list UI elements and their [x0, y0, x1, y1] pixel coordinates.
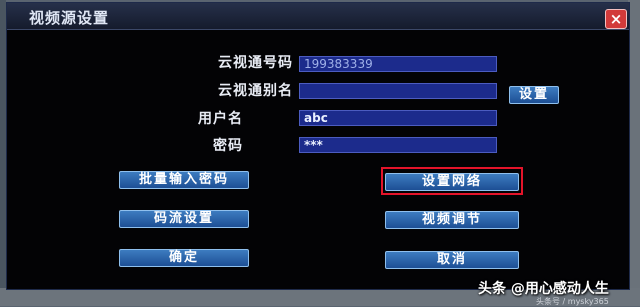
ok-button[interactable]: 确定	[119, 249, 249, 267]
username-field[interactable]: abc	[299, 110, 497, 126]
cloud-id-label: 云视通号码	[218, 55, 293, 71]
video-source-settings-dialog: 视频源设置 × 云视通号码 云视通别名 用户名 密码 199383339 abc…	[6, 2, 630, 290]
username-label: 用户名	[198, 111, 243, 127]
close-button[interactable]: ×	[605, 9, 627, 29]
alias-label: 云视通别名	[218, 83, 293, 99]
video-adjust-button[interactable]: 视频调节	[385, 211, 519, 229]
watermark-text: 头条 @用心感动人生	[478, 281, 609, 297]
dialog-title: 视频源设置	[29, 9, 110, 27]
network-settings-highlight	[381, 167, 523, 195]
cancel-button[interactable]: 取消	[385, 251, 519, 269]
password-label: 密码	[213, 138, 243, 154]
batch-password-button[interactable]: 批量输入密码	[119, 171, 249, 189]
password-field[interactable]: ***	[299, 137, 497, 153]
close-icon: ×	[609, 10, 623, 28]
alias-set-button[interactable]: 设置	[509, 86, 559, 104]
stream-settings-button[interactable]: 码流设置	[119, 210, 249, 228]
cloud-id-field[interactable]: 199383339	[299, 56, 497, 72]
watermark-subtext: 头条号 / mysky365	[536, 297, 609, 306]
alias-field[interactable]	[299, 83, 497, 99]
dialog-titlebar: 视频源设置 ×	[7, 3, 629, 30]
